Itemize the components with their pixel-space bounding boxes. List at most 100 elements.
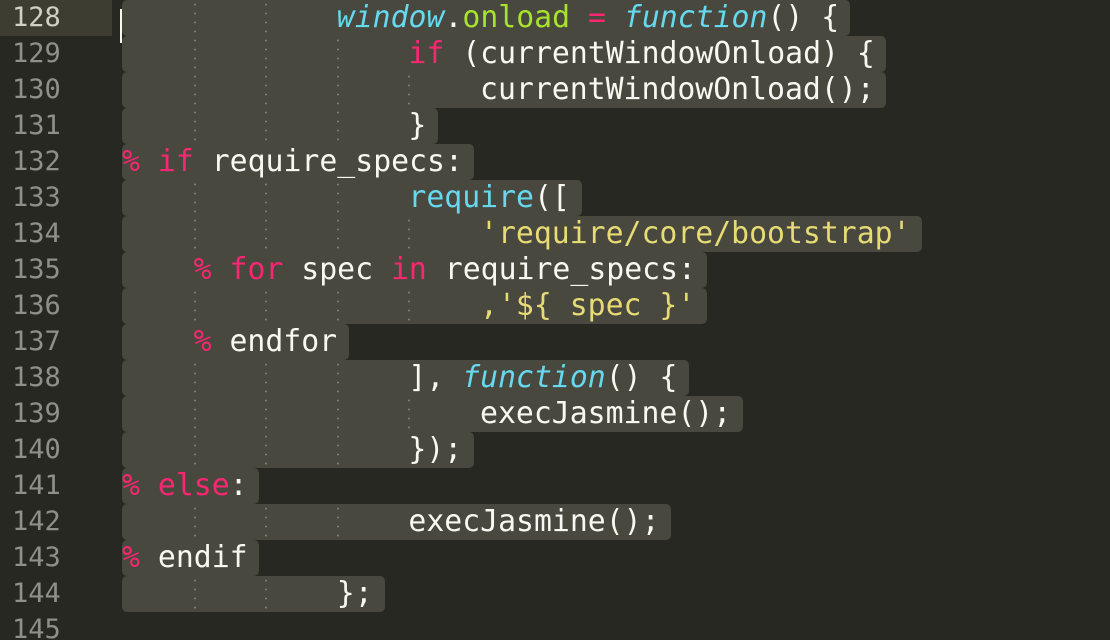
indent-guide xyxy=(265,180,268,216)
code-token: ], xyxy=(408,360,463,395)
code-line[interactable]: execJasmine(); xyxy=(408,504,659,540)
code-token: = xyxy=(587,0,606,35)
code-area[interactable]: window.onload = function() {if (currentW… xyxy=(122,0,1110,640)
indent-guide xyxy=(336,288,339,324)
indent-guide xyxy=(265,360,268,396)
code-token: }; xyxy=(336,576,373,611)
code-token: function xyxy=(623,0,768,35)
line-number-133: 133 xyxy=(12,182,61,213)
code-token: else xyxy=(157,468,230,503)
code-token: for xyxy=(229,252,284,287)
code-token: onload xyxy=(462,0,571,35)
code-token: }); xyxy=(408,432,463,467)
code-token: % xyxy=(193,252,212,287)
line-number-138: 138 xyxy=(12,362,61,393)
indent-guide xyxy=(336,432,339,468)
indent-guide xyxy=(336,36,339,72)
code-line[interactable]: ,'${ spec }' xyxy=(480,288,695,324)
indent-guide xyxy=(193,108,196,144)
code-line[interactable]: require([ xyxy=(408,180,569,216)
text-cursor xyxy=(120,9,122,43)
indent-guide xyxy=(336,72,339,108)
code-token: : xyxy=(229,468,248,503)
indent-guide xyxy=(336,108,339,144)
code-token: if xyxy=(157,144,194,179)
line-number-143: 143 xyxy=(12,542,61,573)
code-line[interactable]: % endif xyxy=(122,540,248,576)
code-token: endif xyxy=(139,540,248,575)
indent-guide xyxy=(265,288,268,324)
code-line[interactable]: % else: xyxy=(122,468,248,504)
indent-guide xyxy=(408,396,411,432)
code-token: require_specs: xyxy=(193,144,463,179)
line-number-136: 136 xyxy=(12,290,61,321)
line-number-135: 135 xyxy=(12,254,61,285)
line-number-139: 139 xyxy=(12,398,61,429)
indent-guide xyxy=(193,0,196,36)
indent-guide xyxy=(336,180,339,216)
indent-guide xyxy=(408,72,411,108)
code-token: require xyxy=(408,180,534,215)
line-number-145: 145 xyxy=(12,614,61,640)
selection-highlight xyxy=(122,108,439,144)
code-token: require_specs: xyxy=(426,252,696,287)
line-number-144: 144 xyxy=(12,578,61,609)
code-token: ' xyxy=(677,288,696,323)
line-number-134: 134 xyxy=(12,218,61,249)
code-line[interactable]: window.onload = function() { xyxy=(337,0,839,36)
indent-guide xyxy=(265,396,268,432)
code-token: () { xyxy=(605,360,678,395)
code-line[interactable]: } xyxy=(408,108,426,144)
code-line[interactable]: % endfor xyxy=(194,324,338,360)
indent-guide xyxy=(336,360,339,396)
code-line[interactable]: 'require/core/bootstrap' xyxy=(480,216,911,252)
line-number-128: 128 xyxy=(0,0,112,36)
code-token: window xyxy=(336,0,445,35)
indent-guide xyxy=(193,72,196,108)
code-line[interactable]: ], function() { xyxy=(408,360,677,396)
code-line[interactable]: % for spec in require_specs: xyxy=(194,252,696,288)
indent-guide xyxy=(265,432,268,468)
indent-guide xyxy=(193,576,196,612)
line-number-142: 142 xyxy=(12,506,61,537)
code-token: (currentWindowOnload) { xyxy=(444,36,875,71)
line-number-gutter[interactable]: 128 129 130 131 132 133 134 135 136 137 138 139 140 1… xyxy=(0,0,112,640)
code-line[interactable]: execJasmine(); xyxy=(480,396,731,432)
line-number-140: 140 xyxy=(12,434,61,465)
code-editor[interactable]: 128 129 130 131 132 133 134 135 136 137 138 139 140 1… xyxy=(0,0,1110,640)
code-token: in xyxy=(390,252,427,287)
indent-guide xyxy=(193,504,196,540)
code-token: () { xyxy=(767,0,840,35)
indent-guide xyxy=(408,288,411,324)
indent-guide xyxy=(336,216,339,252)
indent-guide xyxy=(193,36,196,72)
code-token: % xyxy=(122,468,140,503)
indent-guide xyxy=(336,504,339,540)
indent-guide xyxy=(193,180,196,216)
line-number-137: 137 xyxy=(12,326,61,357)
code-token: function xyxy=(462,360,606,395)
indent-guide xyxy=(265,0,268,36)
code-token: ,' xyxy=(480,288,516,323)
line-number-132: 132 xyxy=(12,146,61,177)
indent-guide xyxy=(265,504,268,540)
line-number-129: 129 xyxy=(12,38,61,69)
code-token: 'require/core/bootstrap' xyxy=(480,216,911,251)
code-line[interactable]: }; xyxy=(337,576,373,612)
code-token: % xyxy=(122,540,140,575)
code-token: execJasmine(); xyxy=(408,504,660,539)
code-token: % xyxy=(122,144,140,179)
code-line[interactable]: }); xyxy=(408,432,462,468)
indent-guide xyxy=(193,360,196,396)
indent-guide xyxy=(193,216,196,252)
code-line[interactable]: if (currentWindowOnload) { xyxy=(408,36,874,72)
indent-guide xyxy=(408,216,411,252)
code-line[interactable]: % if require_specs: xyxy=(122,144,463,180)
line-number-141: 141 xyxy=(12,470,61,501)
code-line[interactable]: currentWindowOnload(); xyxy=(480,72,875,108)
indent-guide xyxy=(265,72,268,108)
